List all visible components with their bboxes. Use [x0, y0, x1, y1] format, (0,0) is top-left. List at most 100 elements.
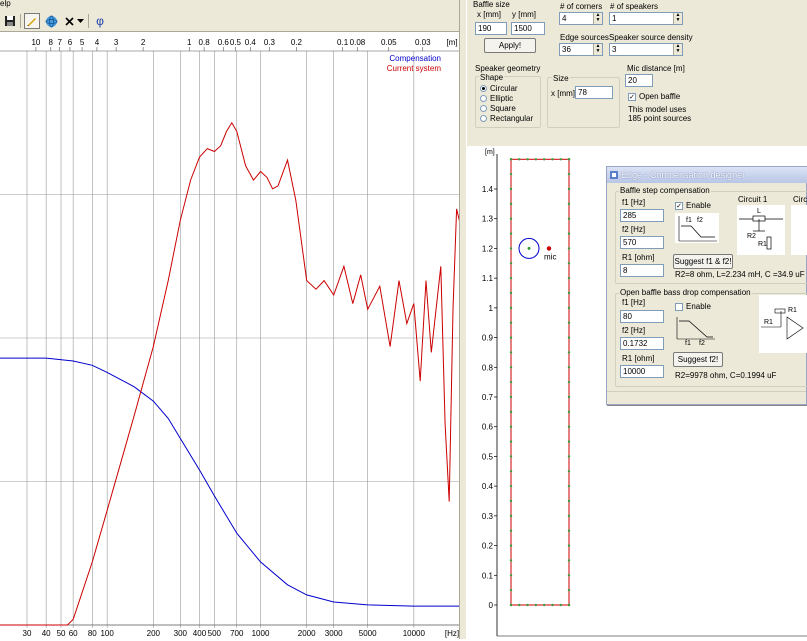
legend-entry: Current system: [387, 64, 442, 73]
edge-source: [567, 544, 571, 547]
bs-f1-input[interactable]: 285: [620, 209, 664, 222]
edge-source: [567, 514, 571, 518]
model-info-line-1: This model uses: [628, 105, 687, 114]
edge-source: [509, 217, 513, 220]
y-axis-unit: [m]: [485, 149, 495, 156]
bd-f1-label: f1 [Hz]: [622, 298, 646, 307]
edge-source: [509, 336, 513, 339]
baffle-x-input[interactable]: 190: [475, 22, 507, 35]
edge-source: [509, 291, 513, 295]
baffle-y-input[interactable]: 1500: [511, 22, 545, 35]
edge-source: [567, 158, 571, 161]
edge-source: [567, 484, 571, 488]
phi-label: φ: [96, 14, 104, 28]
edge-source: [509, 351, 513, 354]
edge-source: [509, 247, 513, 250]
chevron-down-icon[interactable]: [75, 13, 85, 29]
bd-enable-checkbox[interactable]: Enable: [675, 302, 711, 311]
edge-source: [567, 172, 571, 176]
shape-radio-circular[interactable]: Circular: [480, 84, 518, 93]
frequency-axis: 30 40 50 60 80 100 200 300 400 500 700 1000 2000 3000…: [23, 629, 460, 638]
edge-source: [567, 202, 571, 206]
bs-f1-label: f1 [Hz]: [622, 198, 646, 207]
bd-r1-input[interactable]: 10000: [620, 365, 664, 378]
phi-icon[interactable]: φ: [92, 13, 108, 29]
edge-source: [509, 484, 513, 488]
dialog-titlebar[interactable]: Edge - Compensation designer: [607, 167, 807, 183]
size-x-input[interactable]: 78: [575, 86, 613, 99]
edge-source: [509, 172, 513, 176]
edge-source: [567, 410, 571, 414]
bd-f1-input[interactable]: 80: [620, 310, 664, 323]
y-tick-label: 1.1: [482, 274, 494, 283]
top-tick-label: 0.6: [218, 38, 230, 47]
chart-legend: CompensationCurrent system: [387, 54, 442, 73]
edge-source: [509, 544, 513, 547]
pencil-icon[interactable]: [24, 13, 40, 29]
bs-graph-f1: f1: [686, 217, 692, 224]
edge-source: [567, 470, 571, 473]
bd-r1-label: R1 [ohm]: [622, 354, 655, 363]
mic-label: mic: [544, 252, 556, 261]
edge-source: [526, 603, 529, 607]
y-tick-label: 1.2: [482, 244, 494, 253]
shape-radio-elliptic[interactable]: Elliptic: [480, 94, 513, 103]
apply-button[interactable]: Apply!: [484, 38, 536, 53]
save-icon[interactable]: [2, 13, 18, 29]
bd-f2-input[interactable]: 0.1732: [620, 337, 664, 350]
open-baffle-checkbox[interactable]: ✓ Open baffle: [628, 92, 680, 101]
stepper-arrows-icon[interactable]: ▲ ▼: [673, 44, 682, 55]
circuit2-label: Circ: [793, 195, 807, 204]
mic-distance-input[interactable]: 20: [625, 74, 653, 87]
speakers-label: # of speakers: [610, 2, 659, 11]
top-tick-label: 1: [187, 38, 192, 47]
edge-source: [509, 321, 513, 324]
edge-source: [567, 336, 571, 339]
shape-radio-rectangular[interactable]: Rectangular: [480, 114, 533, 123]
baffle-rectangle: [510, 158, 570, 606]
circuit-L: L: [757, 208, 761, 215]
corners-stepper[interactable]: 4 ▲ ▼: [559, 12, 603, 25]
top-tick-label: 0.1: [337, 38, 349, 47]
frequency-response-plot[interactable]: 10 8 7 6 5 4 3 2 1 0.8 0.6 0.5 0.4 0.3 0.2 0.1 0.08 0.05 0…: [0, 33, 461, 639]
edge-sources-stepper[interactable]: 36 ▲ ▼: [559, 43, 603, 56]
speakers-value: 1: [612, 14, 617, 23]
edge-source: [509, 395, 513, 399]
edge-source: [567, 529, 571, 532]
x-tick-label: 500: [208, 629, 222, 638]
x-axis-unit: [Hz]: [445, 629, 459, 638]
shape-radio-square[interactable]: Square: [480, 104, 516, 113]
edge-source: [509, 574, 513, 577]
y-tick-label: 0.7: [482, 393, 494, 402]
bs-enable-checkbox[interactable]: ✓ Enable: [675, 201, 711, 210]
dialog-scrollbar[interactable]: [607, 391, 806, 404]
edge-source: [509, 232, 513, 235]
edge-source: [509, 158, 513, 161]
speaker-geometry-title: Speaker geometry: [475, 64, 541, 73]
menu-item[interactable]: elp: [0, 0, 11, 8]
stepper-arrows-icon[interactable]: ▲ ▼: [593, 13, 602, 24]
suggest-f1-f2-button[interactable]: Suggest f1 & f2!: [673, 254, 733, 269]
bd-f2-label: f2 [Hz]: [622, 326, 646, 335]
bs-f2-input[interactable]: 570: [620, 236, 664, 249]
x-tick-label: 10000: [403, 629, 426, 638]
top-axis-unit: [m]: [446, 38, 457, 47]
bs-graph-f2: f2: [697, 217, 703, 224]
y-tick-label: 1.3: [482, 215, 494, 224]
splitter[interactable]: [459, 0, 467, 639]
edge-source: [567, 217, 571, 220]
suggest-f2-button[interactable]: Suggest f2!: [673, 352, 723, 367]
toolbar: φ: [0, 10, 460, 32]
bs-r1-input[interactable]: 8: [620, 264, 664, 277]
app-icon: [610, 171, 618, 179]
sphere-icon[interactable]: [43, 13, 59, 29]
source-density-stepper[interactable]: 3 ▲ ▼: [609, 43, 683, 56]
edge-source: [509, 202, 513, 206]
y-tick-label: 0.3: [482, 512, 494, 521]
stepper-arrows-icon[interactable]: ▲ ▼: [673, 13, 682, 24]
stepper-arrows-icon[interactable]: ▲ ▼: [593, 44, 602, 55]
edge-source: [567, 351, 571, 354]
speakers-stepper[interactable]: 1 ▲ ▼: [609, 12, 683, 25]
top-tick-label: 0.8: [199, 38, 211, 47]
baffle-size-title: Baffle size: [473, 0, 510, 9]
